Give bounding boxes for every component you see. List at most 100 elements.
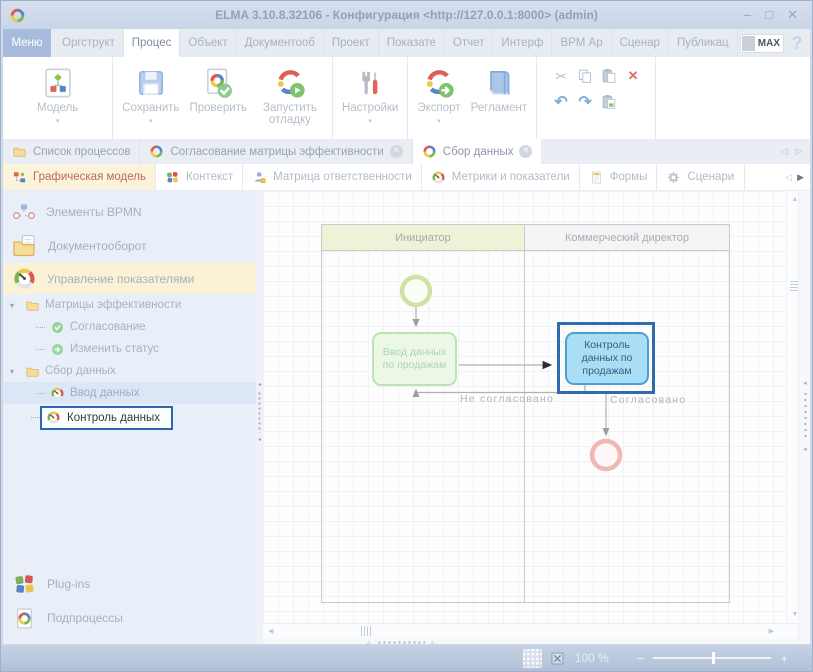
zoom-in-button[interactable]: + (780, 651, 788, 666)
splitter-grip[interactable] (258, 391, 261, 433)
end-event[interactable] (592, 441, 620, 469)
tab-graphic-model[interactable]: Графическая модель (3, 164, 156, 190)
redo-icon[interactable]: ↷ (578, 92, 591, 112)
settings-tools-icon (354, 67, 386, 99)
sidebar-splitter[interactable]: ◂ ◂ (256, 191, 263, 644)
viewtab-scroll-left-icon[interactable]: ◁ (785, 172, 792, 183)
sidebar-item-subprocesses[interactable]: Подпроцессы (3, 601, 256, 635)
sidebar-item-bpmn-elements[interactable]: Элементы BPMN (3, 195, 256, 229)
collapse-left-icon[interactable]: ◂ (258, 436, 261, 443)
scroll-left-icon[interactable]: ◀ (268, 627, 273, 635)
tab-process-list[interactable]: Список процессов (3, 139, 140, 164)
close-tab-icon[interactable]: × (390, 145, 403, 158)
collapse-left-icon[interactable]: ◂ (803, 379, 807, 387)
tree-connector (36, 349, 45, 350)
sidebar-item-plugins[interactable]: Plug-ins (3, 567, 256, 601)
tab-report[interactable]: Отчет (445, 29, 494, 57)
elma-logo-icon (9, 7, 26, 24)
max-toggle-knob (742, 36, 755, 51)
paste-special-icon[interactable] (600, 93, 618, 111)
check-button[interactable]: Проверить (184, 62, 252, 116)
tab-context[interactable]: Контекст (156, 164, 243, 190)
viewtab-scroll-right-icon[interactable]: ▶ (797, 172, 804, 183)
tab-process[interactable]: Процес (124, 29, 181, 57)
tab-indicators[interactable]: Показате (379, 29, 445, 57)
task-data-input[interactable]: Ввод данных по продажам (372, 332, 457, 386)
sidebar-item-indicator-management[interactable]: Управление показателями (3, 263, 256, 294)
right-panel-splitter[interactable]: ◂ ◂ (798, 191, 810, 644)
grid-toggle-icon[interactable] (523, 649, 542, 668)
tab-scroll-right-icon[interactable]: ▷ (795, 146, 802, 157)
delete-icon[interactable]: ✕ (628, 68, 639, 84)
tab-forms[interactable]: Формы (580, 164, 658, 190)
zoom-slider-thumb[interactable] (712, 652, 715, 664)
help-button[interactable]: ? (784, 33, 810, 54)
expander-icon[interactable]: ▾ (10, 301, 20, 310)
fit-to-screen-icon[interactable] (549, 650, 566, 667)
chevron-down-icon: ▾ (437, 117, 441, 125)
tree-label: Контроль данных (67, 412, 160, 424)
tab-scripts[interactable]: Сценар (612, 29, 669, 57)
canvas-horizontal-scrollbar[interactable]: ◀ ▶ (263, 623, 802, 638)
tab-docflow[interactable]: Документооб (237, 29, 324, 57)
tree-item-data-input[interactable]: Ввод данных (3, 382, 256, 404)
sidebar-item-docflow[interactable]: Документооборот (3, 229, 256, 263)
paste-icon[interactable] (600, 67, 618, 85)
scroll-right-icon[interactable]: ▶ (769, 627, 774, 635)
cut-icon[interactable]: ✂ (555, 68, 567, 85)
tab-project[interactable]: Проект (324, 29, 379, 57)
ribbon-group-export: Экспорт ▾ Регламент (408, 57, 537, 139)
tab-data-collection[interactable]: Сбор данных × (413, 139, 542, 164)
tab-scripts[interactable]: Сценарии (657, 164, 745, 190)
collapse-left-icon[interactable]: ◂ (258, 381, 261, 388)
save-button[interactable]: Сохранить ▾ (117, 62, 184, 127)
tree-connector (31, 417, 40, 418)
chevron-down-icon: ▾ (56, 117, 60, 125)
zoom-slider[interactable] (653, 657, 771, 659)
run-debug-button[interactable]: Запустить отладку (252, 62, 328, 128)
sidebar-item-label: Подпроцессы (47, 611, 123, 625)
bpmn-canvas[interactable]: Инициатор Коммерческий директор Ввод дан… (263, 191, 786, 623)
maximize-button[interactable]: □ (765, 7, 773, 23)
close-button[interactable]: ✕ (787, 7, 798, 23)
tree-item-change-status[interactable]: Изменить статус (3, 338, 256, 360)
copy-icon[interactable] (576, 67, 594, 85)
undo-icon[interactable]: ↶ (554, 92, 567, 112)
minimize-button[interactable]: – (744, 7, 751, 23)
task-data-control[interactable]: Контроль данных по продажам (565, 332, 649, 385)
menu-button[interactable]: Меню (3, 29, 51, 57)
expander-icon[interactable]: ▾ (10, 367, 20, 376)
tree-folder-efficiency-matrices[interactable]: ▾ Матрицы эффективности (3, 294, 256, 316)
tree-folder-data-collection[interactable]: ▾ Сбор данных (3, 360, 256, 382)
tab-object[interactable]: Объект (180, 29, 236, 57)
tab-scroll-left-icon[interactable]: ◁ (781, 146, 788, 157)
horizontal-scroll-thumb[interactable] (361, 626, 373, 636)
close-tab-icon[interactable]: × (519, 145, 532, 158)
collapse-left-icon[interactable]: ◂ (803, 445, 807, 453)
max-toggle[interactable]: MAX (740, 34, 784, 53)
tree-item-data-control[interactable]: Контроль данных (40, 406, 173, 430)
flow-label-approved: Согласовано (610, 394, 686, 406)
regulation-button[interactable]: Регламент (466, 62, 533, 116)
tab-label: Графическая модель (33, 171, 146, 183)
folder-icon (25, 298, 40, 313)
regulation-book-icon (483, 67, 515, 99)
start-event[interactable] (402, 277, 430, 305)
zoom-out-button[interactable]: − (637, 651, 645, 666)
tab-responsibility-matrix[interactable]: Матрица ответственности (243, 164, 422, 190)
tab-bpm-apps[interactable]: BPM Ар (552, 29, 611, 57)
lane-label-director: Коммерческий директор (565, 232, 689, 244)
gauge-icon (46, 410, 61, 425)
tab-interface[interactable]: Интерф (493, 29, 552, 57)
tab-matrix-approval[interactable]: Согласование матрицы эффективности × (140, 139, 412, 164)
export-button[interactable]: Экспорт ▾ (412, 62, 465, 127)
splitter-grip[interactable] (804, 391, 807, 441)
tree-item-approval[interactable]: Согласование (3, 316, 256, 338)
folder-icon (12, 144, 27, 159)
tab-metrics[interactable]: Метрики и показатели (422, 164, 580, 190)
model-button[interactable]: Модель ▾ (7, 62, 108, 127)
tree-label: Согласование (70, 321, 146, 333)
settings-button[interactable]: Настройки ▾ (337, 62, 403, 127)
tab-orgstruct[interactable]: Оргструкт (54, 29, 124, 57)
tab-publication[interactable]: Публикац (669, 29, 738, 57)
